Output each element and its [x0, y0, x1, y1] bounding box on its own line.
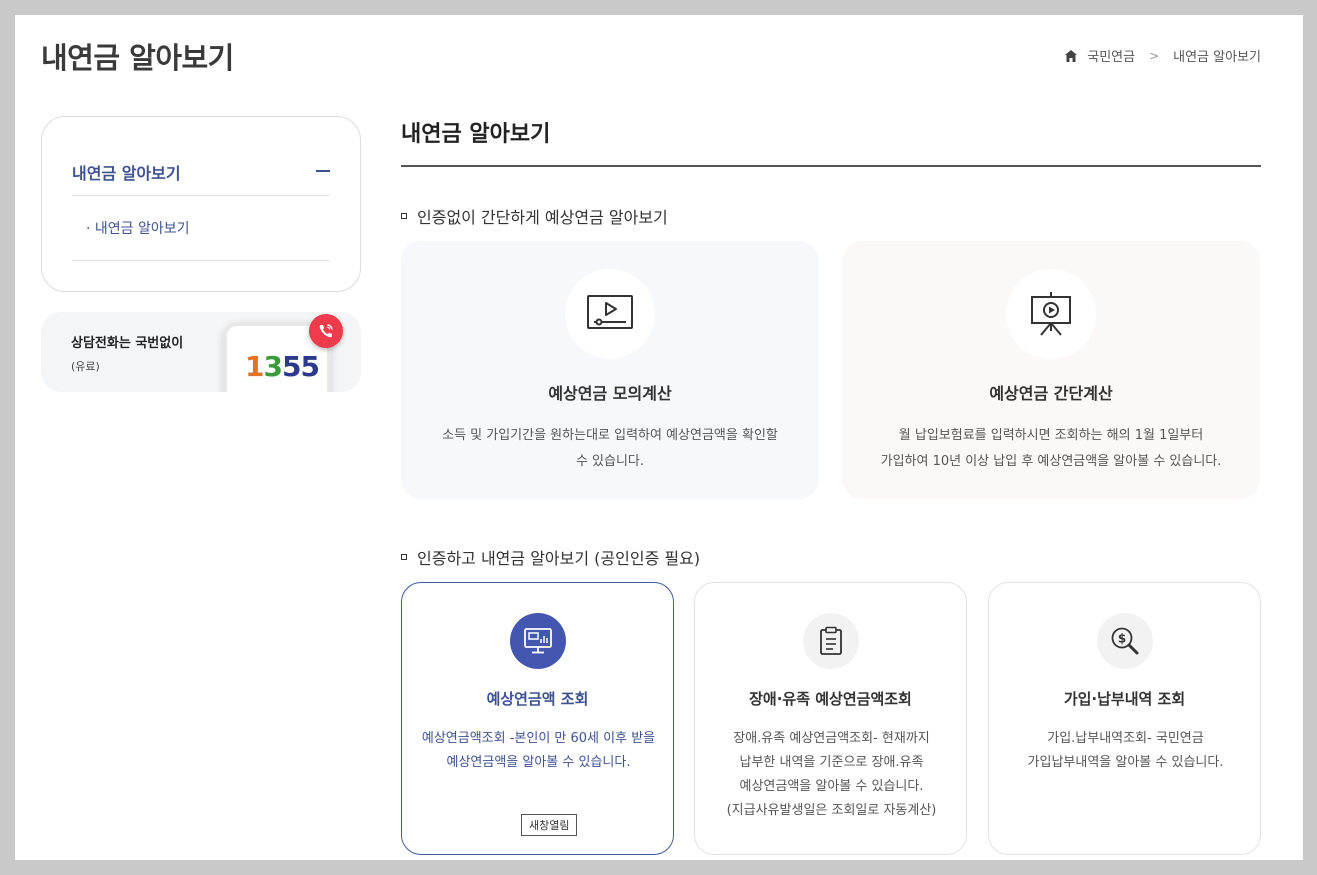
sidebar-item-pension-lookup[interactable]: · 내연금 알아보기 [86, 218, 190, 238]
phone-digit: 5 [300, 350, 320, 383]
presentation-play-icon [1006, 269, 1096, 359]
svg-text:$: $ [1118, 632, 1126, 646]
phone-digit: 1 [245, 350, 265, 383]
clipboard-icon [803, 613, 859, 669]
title-divider [401, 165, 1261, 167]
new-window-button[interactable]: 새창열림 [521, 814, 578, 836]
card-description-line: 장애.유족 예상연금액조회- 현재까지 [733, 731, 930, 746]
divider [72, 195, 330, 196]
phone-banner[interactable]: 상담전화는 국번없이 (유료) 1355 [41, 312, 361, 392]
card-description-line: 가입.납부내역조회- 국민연금 [1047, 731, 1204, 746]
card-description-line: 수 있습니다. [575, 454, 645, 469]
card-title: 예상연금 간단계산 [989, 384, 1113, 403]
sidebar-heading-label: 내연금 알아보기 [72, 164, 181, 183]
breadcrumb: 국민연금 > 내연금 알아보기 [1065, 46, 1261, 65]
card-description: 가입.납부내역조회- 국민연금 가입납부내역을 알아볼 수 있습니다. [999, 727, 1252, 775]
card-simple-calculation[interactable]: 예상연금 간단계산 월 납입보험료를 입력하시면 조회하는 해의 1월 1일부터… [842, 241, 1260, 499]
breadcrumb-item-national-pension[interactable]: 국민연금 [1087, 46, 1135, 65]
sidebar-menu: 내연금 알아보기 · 내연금 알아보기 [41, 116, 361, 292]
card-description-line: 예상연금액조회 -본인이 만 60세 이후 받을 [421, 731, 656, 746]
content-title: 내연금 알아보기 [401, 122, 551, 147]
card-title: 예상연금 모의계산 [548, 384, 672, 403]
card-description: 예상연금액조회 -본인이 만 60세 이후 받을 예상연금액을 알아볼 수 있습… [412, 727, 665, 775]
phone-call-icon [309, 314, 343, 348]
card-description-line: 납부한 내역을 기준으로 장애.유족 [739, 755, 924, 770]
card-title: 예상연금액 조회 [486, 690, 589, 708]
section-title-text: 인증하고 내연금 알아보기 (공인인증 필요) [417, 549, 701, 568]
phone-banner-note: (유료) [71, 360, 100, 373]
phone-digit: 5 [281, 350, 302, 383]
monitor-chart-icon [510, 613, 566, 669]
phone-digit: 3 [263, 350, 283, 383]
square-bullet-icon [401, 554, 407, 560]
home-icon[interactable] [1065, 49, 1078, 62]
card-description-line: 가입납부내역을 알아볼 수 있습니다. [1027, 755, 1224, 770]
section-title-text: 인증없이 간단하게 예상연금 알아보기 [417, 208, 668, 227]
card-description: 장애.유족 예상연금액조회- 현재까지 납부한 내역을 기준으로 장애.유족 예… [705, 727, 958, 823]
section-title-no-auth: 인증없이 간단하게 예상연금 알아보기 [401, 204, 668, 228]
page-frame: 내연금 알아보기 국민연금 > 내연금 알아보기 내연금 알아보기 · 내연금 … [15, 15, 1303, 860]
phone-banner-text: 상담전화는 국번없이 [71, 336, 184, 351]
card-disability-survivor-lookup[interactable]: 장애·유족 예상연금액조회 장애.유족 예상연금액조회- 현재까지 납부한 내역… [694, 582, 967, 855]
card-description-line: 가입하여 10년 이상 납입 후 예상연금액을 알아볼 수 있습니다. [880, 454, 1222, 469]
page-title: 내연금 알아보기 [41, 41, 234, 75]
card-expected-pension-lookup[interactable]: 예상연금액 조회 예상연금액조회 -본인이 만 60세 이후 받을 예상연금액을… [401, 582, 674, 855]
card-description: 월 납입보험료를 입력하시면 조회하는 해의 1월 1일부터 가입하여 10년 … [862, 423, 1240, 475]
card-description-line: 소득 및 가입기간을 원하는대로 입력하여 예상연금액을 확인할 [442, 428, 778, 443]
card-subscription-payment-lookup[interactable]: $ 가입·납부내역 조회 가입.납부내역조회- 국민연금 가입납부내역을 알아볼… [988, 582, 1261, 855]
card-description-line: 월 납입보험료를 입력하시면 조회하는 해의 1월 1일부터 [898, 428, 1204, 443]
card-description-line: (지급사유발생일은 조회일로 자동계산) [726, 803, 937, 818]
money-search-icon: $ [1097, 613, 1153, 669]
divider [72, 260, 330, 261]
chevron-right-icon: > [1149, 48, 1160, 63]
card-description-line: 예상연금액을 알아볼 수 있습니다. [739, 779, 924, 794]
section-title-with-auth: 인증하고 내연금 알아보기 (공인인증 필요) [401, 545, 700, 569]
card-title: 가입·납부내역 조회 [1063, 690, 1186, 708]
square-bullet-icon [401, 213, 407, 219]
breadcrumb-item-current: 내연금 알아보기 [1173, 50, 1261, 65]
video-player-icon [565, 269, 655, 359]
phone-number: 1355 [245, 350, 320, 383]
card-title: 장애·유족 예상연금액조회 [749, 690, 912, 708]
collapse-icon[interactable] [316, 170, 330, 172]
card-mock-calculation[interactable]: 예상연금 모의계산 소득 및 가입기간을 원하는대로 입력하여 예상연금액을 확… [401, 241, 819, 499]
card-description: 소득 및 가입기간을 원하는대로 입력하여 예상연금액을 확인할 수 있습니다. [421, 423, 799, 475]
card-description-line: 예상연금액을 알아볼 수 있습니다. [446, 755, 631, 770]
sidebar-heading[interactable]: 내연금 알아보기 [72, 160, 330, 184]
